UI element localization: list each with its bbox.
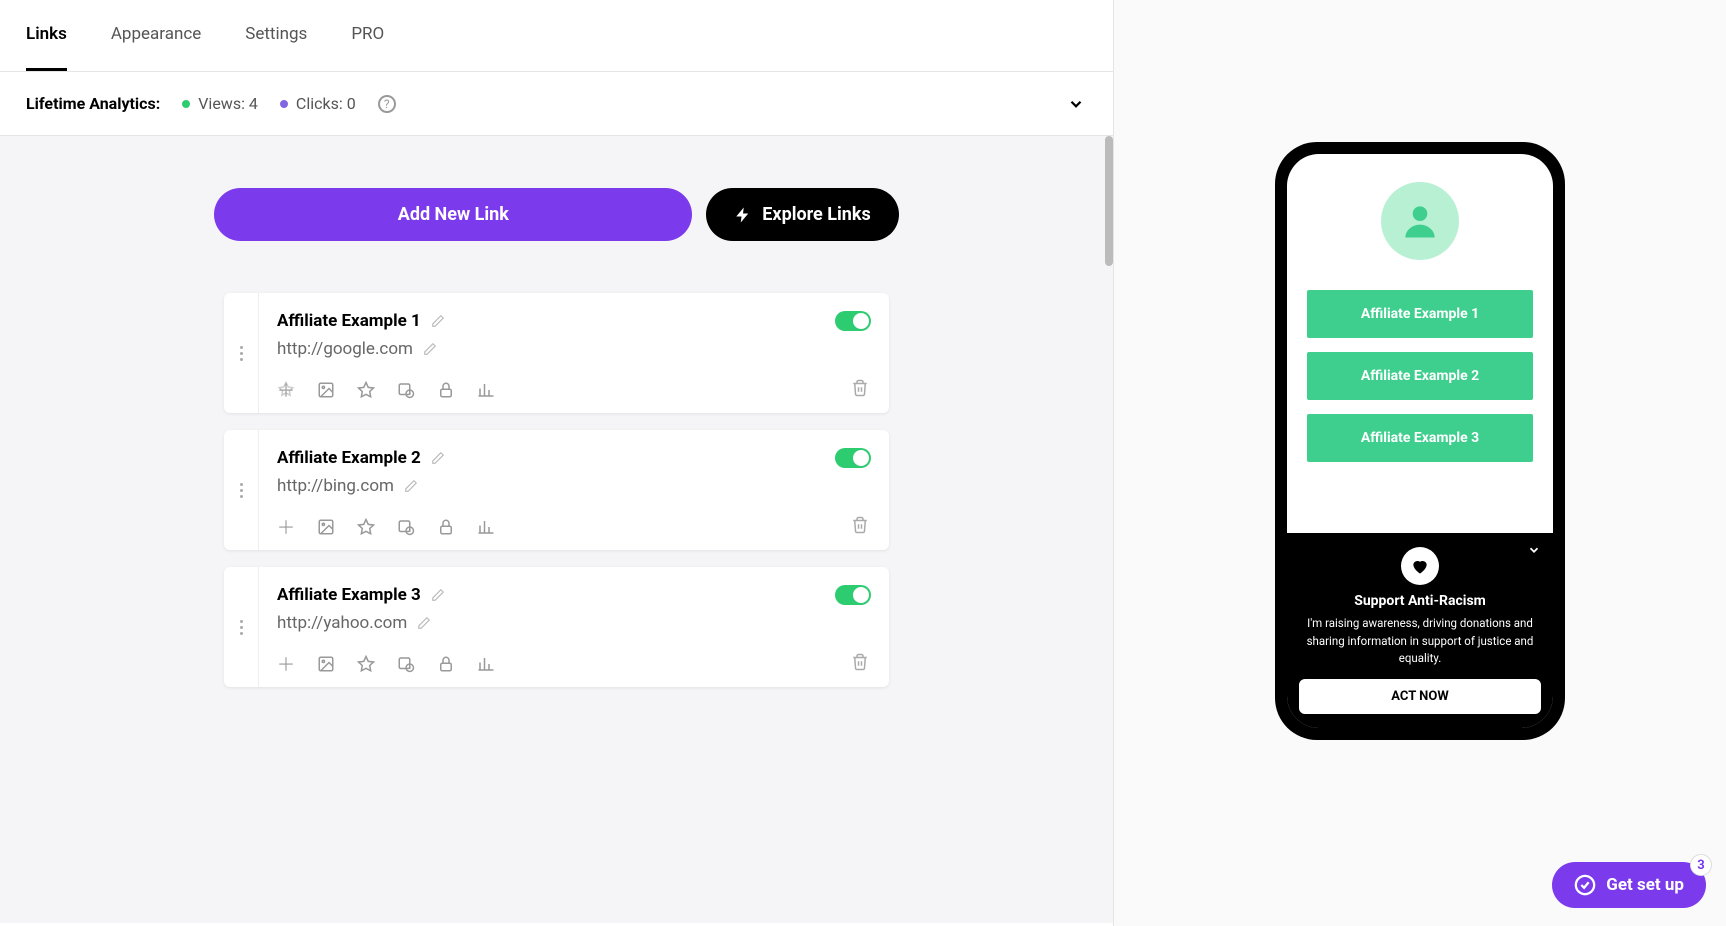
edit-url-icon[interactable] (404, 479, 418, 493)
link-card: Affiliate Example 3 http://yahoo.com (224, 567, 889, 687)
tab-links[interactable]: Links (26, 0, 67, 71)
schedule-icon[interactable] (397, 655, 415, 673)
phone-screen: Affiliate Example 1 Affiliate Example 2 … (1287, 154, 1553, 728)
lock-icon[interactable] (437, 518, 455, 536)
expand-analytics-icon[interactable] (1067, 95, 1085, 113)
redirect-icon[interactable] (277, 518, 295, 536)
phone-preview: Affiliate Example 1 Affiliate Example 2 … (1275, 142, 1565, 740)
clicks-metric: Clicks: 0 (280, 94, 356, 113)
link-url: http://yahoo.com (277, 613, 407, 633)
stats-icon[interactable] (477, 655, 495, 673)
lightning-icon (734, 206, 752, 224)
views-dot-icon (182, 100, 190, 108)
link-title: Affiliate Example 2 (277, 448, 421, 468)
edit-title-icon[interactable] (431, 451, 445, 465)
banner-text: I'm raising awareness, driving donations… (1299, 615, 1541, 667)
link-card: Affiliate Example 1 http://google.com (224, 293, 889, 413)
enable-toggle[interactable] (835, 448, 871, 468)
drag-handle[interactable] (224, 567, 259, 687)
image-icon[interactable] (317, 518, 335, 536)
stats-icon[interactable] (477, 518, 495, 536)
act-now-button[interactable]: ACT NOW (1299, 679, 1541, 714)
schedule-icon[interactable] (397, 381, 415, 399)
drag-handle[interactable] (224, 430, 259, 550)
preview-link[interactable]: Affiliate Example 3 (1307, 414, 1533, 462)
get-set-up-button[interactable]: Get set up 3 (1552, 862, 1706, 908)
tab-bar: Links Appearance Settings PRO (0, 0, 1113, 72)
add-new-link-button[interactable]: Add New Link (214, 188, 692, 241)
image-icon[interactable] (317, 381, 335, 399)
avatar (1381, 182, 1459, 260)
setup-count-badge: 3 (1690, 854, 1712, 876)
action-buttons: Add New Link Explore Links (0, 188, 1113, 241)
delete-icon[interactable] (851, 516, 869, 534)
heart-badge-icon (1401, 547, 1439, 585)
link-title: Affiliate Example 1 (277, 311, 421, 331)
lock-icon[interactable] (437, 655, 455, 673)
explore-label: Explore Links (762, 204, 870, 225)
link-url: http://bing.com (277, 476, 394, 496)
star-icon[interactable] (357, 655, 375, 673)
drag-handle[interactable] (224, 293, 259, 413)
tab-settings[interactable]: Settings (245, 0, 307, 71)
edit-url-icon[interactable] (423, 342, 437, 356)
support-banner: Support Anti-Racism I'm raising awarenes… (1287, 533, 1553, 728)
clicks-dot-icon (280, 100, 288, 108)
explore-links-button[interactable]: Explore Links (706, 188, 898, 241)
preview-link[interactable]: Affiliate Example 2 (1307, 352, 1533, 400)
scrollbar[interactable] (1105, 136, 1113, 266)
tab-appearance[interactable]: Appearance (111, 0, 201, 71)
delete-icon[interactable] (851, 653, 869, 671)
views-count: 4 (249, 94, 258, 113)
person-icon (1398, 199, 1442, 243)
views-label: Views: (198, 94, 245, 113)
image-icon[interactable] (317, 655, 335, 673)
setup-label: Get set up (1606, 875, 1684, 895)
enable-toggle[interactable] (835, 585, 871, 605)
link-cards-list: Affiliate Example 1 http://google.com (0, 293, 1113, 687)
edit-title-icon[interactable] (431, 588, 445, 602)
analytics-label: Lifetime Analytics: (26, 94, 160, 113)
redirect-icon[interactable] (277, 655, 295, 673)
help-icon[interactable]: ? (378, 95, 396, 113)
preview-panel: Affiliate Example 1 Affiliate Example 2 … (1114, 0, 1726, 926)
tab-pro[interactable]: PRO (351, 0, 384, 71)
content-area: Add New Link Explore Links Affiliate Exa… (0, 136, 1113, 923)
link-title: Affiliate Example 3 (277, 585, 421, 605)
collapse-banner-icon[interactable] (1527, 543, 1541, 557)
link-card: Affiliate Example 2 http://bing.com (224, 430, 889, 550)
clicks-label: Clicks: (296, 94, 343, 113)
delete-icon[interactable] (851, 379, 869, 397)
enable-toggle[interactable] (835, 311, 871, 331)
clicks-count: 0 (347, 94, 356, 113)
edit-url-icon[interactable] (417, 616, 431, 630)
redirect-icon[interactable] (277, 381, 295, 399)
lock-icon[interactable] (437, 381, 455, 399)
banner-title: Support Anti-Racism (1299, 593, 1541, 609)
preview-link[interactable]: Affiliate Example 1 (1307, 290, 1533, 338)
link-url: http://google.com (277, 339, 413, 359)
left-panel: Links Appearance Settings PRO Lifetime A… (0, 0, 1114, 926)
check-circle-icon (1574, 874, 1596, 896)
views-metric: Views: 4 (182, 94, 258, 113)
schedule-icon[interactable] (397, 518, 415, 536)
stats-icon[interactable] (477, 381, 495, 399)
star-icon[interactable] (357, 381, 375, 399)
edit-title-icon[interactable] (431, 314, 445, 328)
star-icon[interactable] (357, 518, 375, 536)
analytics-bar: Lifetime Analytics: Views: 4 Clicks: 0 ? (0, 72, 1113, 136)
